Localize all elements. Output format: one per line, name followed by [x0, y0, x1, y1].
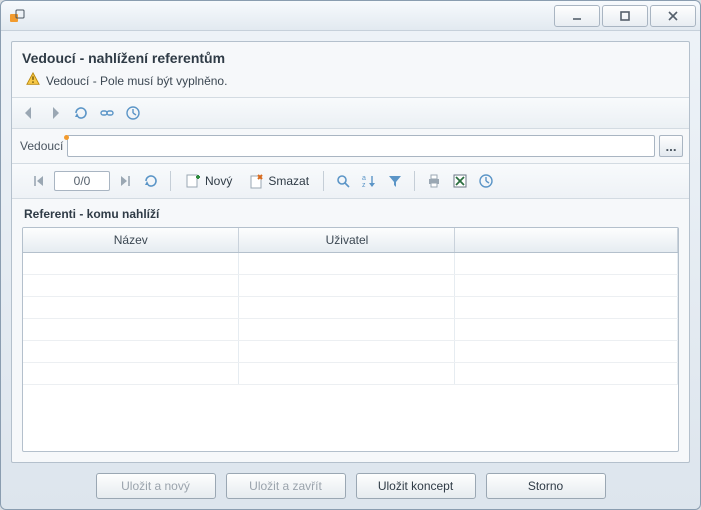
- separator: [170, 171, 171, 191]
- save-and-close-button[interactable]: Uložit a zavřít: [226, 473, 346, 499]
- reload-list-button[interactable]: [140, 170, 162, 192]
- save-and-new-button[interactable]: Uložit a nový: [96, 473, 216, 499]
- new-record-button[interactable]: Nový: [179, 170, 238, 192]
- save-draft-button[interactable]: Uložit koncept: [356, 473, 476, 499]
- cancel-button[interactable]: Storno: [486, 473, 606, 499]
- content-outer: Vedoucí - nahlížení referentům Vedoucí -…: [1, 31, 700, 509]
- col-header-name[interactable]: Název: [23, 228, 239, 252]
- titlebar: [1, 1, 700, 31]
- table-row[interactable]: [23, 318, 678, 340]
- warning-icon: [26, 72, 40, 89]
- print-button[interactable]: [423, 170, 445, 192]
- sort-button[interactable]: az: [358, 170, 380, 192]
- separator: [414, 171, 415, 191]
- section-title: Referenti - komu nahlíží: [12, 199, 689, 225]
- main-panel: Vedoucí - nahlížení referentům Vedoucí -…: [11, 41, 690, 463]
- filter-button[interactable]: [384, 170, 406, 192]
- vedouci-input[interactable]: [67, 135, 655, 157]
- referents-table: Název Uživatel: [22, 227, 679, 452]
- table-row[interactable]: [23, 252, 678, 274]
- app-window: Vedoucí - nahlížení referentům Vedoucí -…: [0, 0, 701, 510]
- window-controls: [554, 5, 696, 27]
- table-row[interactable]: [23, 362, 678, 384]
- dialog-button-bar: Uložit a nový Uložit a zavřít Uložit kon…: [11, 463, 690, 503]
- close-button[interactable]: [650, 5, 696, 27]
- table-row[interactable]: [23, 340, 678, 362]
- record-counter: 0/0: [54, 171, 110, 191]
- col-header-empty[interactable]: [455, 228, 678, 252]
- history-button[interactable]: [122, 102, 144, 124]
- separator: [323, 171, 324, 191]
- history-list-button[interactable]: [475, 170, 497, 192]
- table-row[interactable]: [23, 296, 678, 318]
- maximize-button[interactable]: [602, 5, 648, 27]
- nav-next-button[interactable]: [44, 102, 66, 124]
- page-title: Vedoucí - nahlížení referentům: [12, 50, 689, 72]
- list-toolbar: 0/0 Nový Smazat: [12, 164, 689, 199]
- first-record-button[interactable]: [28, 170, 50, 192]
- validation-message: Vedoucí - Pole musí být vyplněno.: [12, 72, 689, 97]
- nav-toolbar: [12, 97, 689, 129]
- vedouci-browse-button[interactable]: ...: [659, 135, 683, 157]
- vedouci-field-row: Vedoucí ...: [12, 129, 689, 164]
- search-button[interactable]: [332, 170, 354, 192]
- refresh-button[interactable]: [70, 102, 92, 124]
- delete-record-button[interactable]: Smazat: [242, 170, 315, 192]
- vedouci-label: Vedoucí: [18, 139, 63, 153]
- export-button[interactable]: [449, 170, 471, 192]
- table-row[interactable]: [23, 274, 678, 296]
- svg-text:z: z: [362, 182, 366, 189]
- app-icon: [9, 8, 25, 24]
- col-header-user[interactable]: Uživatel: [239, 228, 455, 252]
- validation-text: Vedoucí - Pole musí být vyplněno.: [46, 74, 227, 88]
- last-record-button[interactable]: [114, 170, 136, 192]
- nav-prev-button[interactable]: [18, 102, 40, 124]
- link-button[interactable]: [96, 102, 118, 124]
- table-body: [23, 252, 678, 384]
- svg-text:a: a: [362, 175, 366, 182]
- minimize-button[interactable]: [554, 5, 600, 27]
